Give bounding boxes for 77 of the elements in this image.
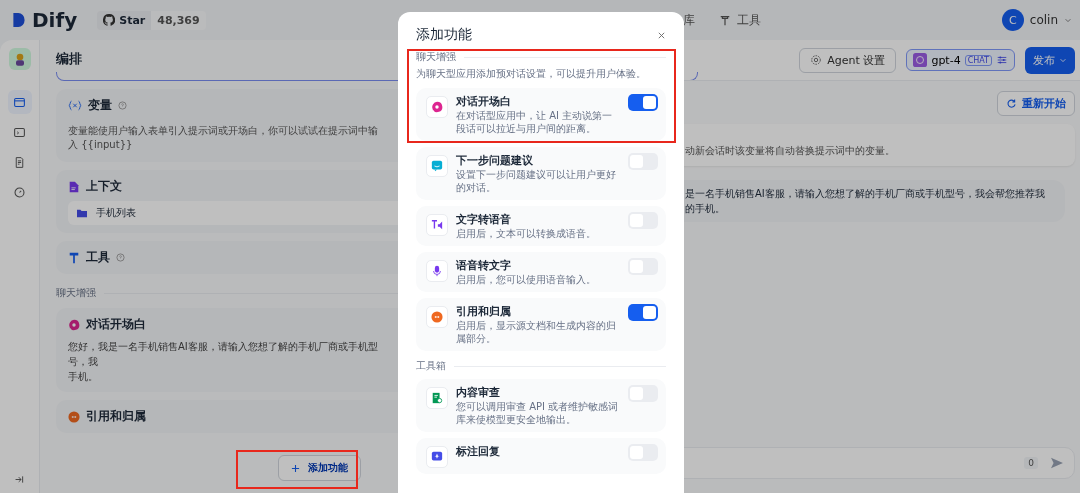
gauge-icon (13, 185, 26, 199)
star-count: 48,369 (151, 10, 206, 30)
feature-icon (426, 96, 448, 118)
plus-icon (291, 463, 300, 473)
chat-input[interactable]: 0 (683, 447, 1075, 479)
toggle-switch[interactable] (628, 94, 658, 111)
card-description: 变量能使用户输入表单引入提示词或开场白，你可以试试在提示词中输入 {{input}} (68, 124, 379, 152)
quote-icon (68, 410, 80, 423)
close-icon[interactable] (657, 30, 666, 40)
feature-description: 启用后，您可以使用语音输入。 (456, 273, 597, 286)
feature-description: 启用后，显示源文档和生成内容的归属部分。 (456, 319, 617, 345)
feature-title: 引用和归属 (456, 304, 512, 319)
chat-bubble-icon (68, 318, 80, 331)
folder-icon (76, 208, 88, 218)
logo-text[interactable]: Dify (32, 8, 78, 32)
restart-button[interactable]: 重新开始 (997, 91, 1075, 116)
toggle-switch[interactable] (628, 304, 658, 321)
feature-description: 启用后，文本可以转换成语音。 (456, 227, 597, 240)
model-selector[interactable]: gpt-4 CHAT (906, 49, 1015, 71)
variable-icon (68, 100, 82, 111)
model-icon (913, 53, 928, 67)
feature-title: 对话开场白 (456, 94, 512, 109)
chevron-down-icon (1059, 56, 1067, 64)
feature-icon (426, 214, 448, 236)
nav-link[interactable]: 工具 (719, 11, 761, 29)
chat-message: 是一名手机销售AI客服，请输入您想了解的手机厂商或手机型号，我会帮您推荐我 的手机。 (683, 180, 1065, 222)
dialog-title: 添加功能 (416, 26, 472, 44)
nav-link[interactable]: 库 (683, 11, 695, 29)
chevron-down-icon[interactable] (1064, 16, 1072, 24)
window-icon (13, 95, 26, 109)
feature-title: 下一步问题建议 (456, 153, 534, 168)
panel-title: 编排 (56, 50, 82, 68)
opening-text: 您好，我是一名手机销售AI客服，请输入您想了解的手机厂商或手机型号，我 手机。 (68, 340, 379, 384)
feature-title: 标注回复 (456, 444, 501, 459)
github-icon (103, 14, 116, 26)
terminal-icon (13, 125, 26, 139)
refresh-icon (1006, 98, 1017, 109)
github-star-button[interactable]: Star (97, 10, 152, 30)
help-icon[interactable] (118, 101, 127, 110)
model-badge: CHAT (964, 54, 992, 66)
feature-icon (426, 260, 448, 282)
publish-button[interactable]: 发布 (1025, 46, 1075, 74)
help-icon[interactable] (116, 253, 125, 262)
feature-description: 设置下一步问题建议可以让用户更好的对话。 (456, 168, 617, 194)
user-name[interactable]: colin (1029, 13, 1058, 27)
user-avatar[interactable]: C (1001, 9, 1024, 31)
logo-icon[interactable] (12, 10, 26, 30)
card-title: 引用和归属 (86, 408, 146, 425)
add-feature-button[interactable]: 添加功能 (278, 455, 361, 481)
settings-icon (810, 54, 823, 66)
feature-icon (426, 387, 448, 409)
feature-title: 文字转语音 (456, 212, 512, 227)
feature-icon (426, 155, 448, 177)
sidebar-item[interactable] (7, 90, 32, 114)
card-title: 对话开场白 (86, 316, 146, 333)
section-label: 聊天增强 (416, 50, 456, 64)
feature-icon (426, 446, 448, 468)
feature-description: 您可以调用审查 API 或者维护敏感词库来使模型更安全地输出。 (456, 400, 620, 426)
character-counter: 0 (1024, 457, 1038, 469)
app-avatar[interactable] (8, 48, 31, 70)
section-description: 为聊天型应用添加预对话设置，可以提升用户体验。 (416, 67, 647, 81)
feature-title: 内容审查 (456, 385, 501, 400)
send-icon[interactable] (1050, 457, 1064, 469)
card-title: 工具 (86, 249, 110, 266)
card-description: 动新会话时该变量将自动替换提示词中的变量。 (685, 145, 895, 156)
section-label: 聊天增强 (56, 286, 96, 300)
card-title: 上下文 (86, 178, 122, 195)
feature-description: 在对话型应用中，让 AI 主动说第一段话可以拉近与用户间的距离。 (456, 109, 614, 135)
sliders-icon[interactable] (996, 54, 1008, 66)
feature-icon (426, 306, 448, 328)
card-title: 变量 (88, 97, 112, 114)
document-icon (13, 155, 26, 169)
document-icon (68, 180, 80, 193)
agent-settings-button[interactable]: Agent 设置 (799, 47, 897, 73)
feature-title: 语音转文字 (456, 258, 512, 273)
section-label: 工具箱 (416, 359, 446, 373)
expand-sidebar-icon[interactable] (14, 474, 25, 485)
